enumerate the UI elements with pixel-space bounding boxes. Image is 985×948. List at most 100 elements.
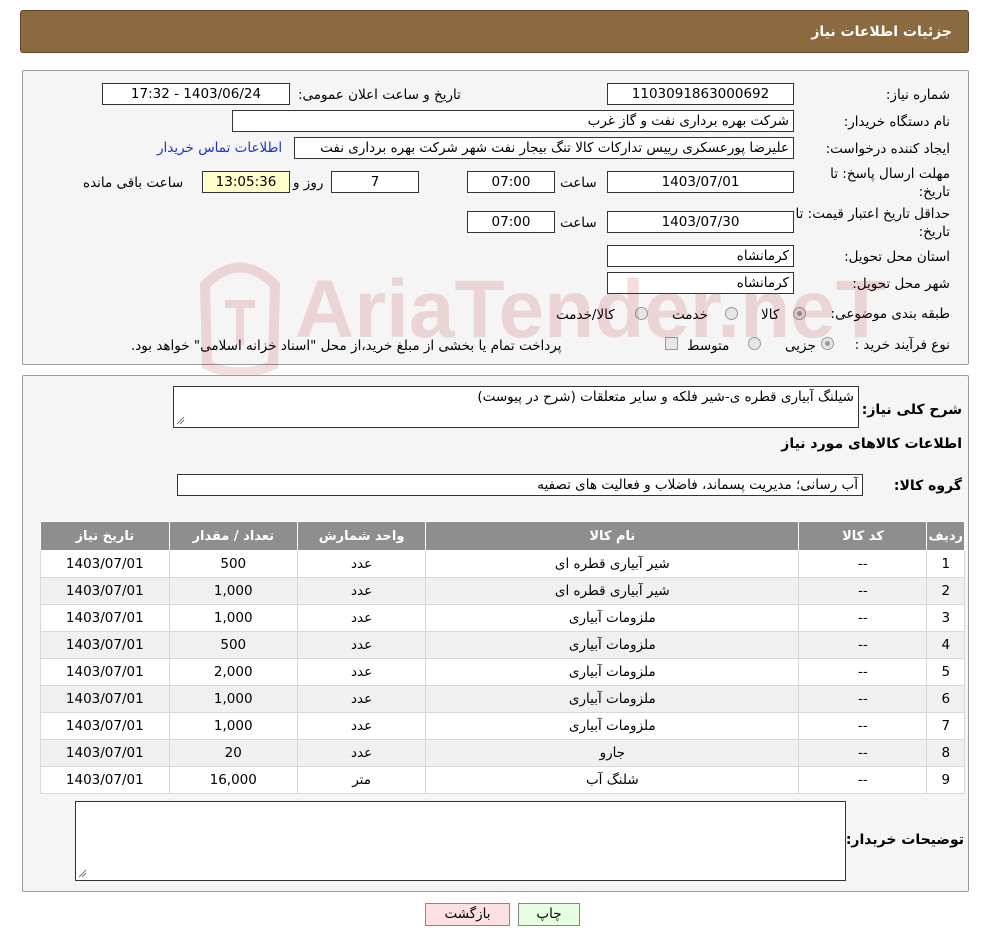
cell-row-number: 3 <box>926 604 965 632</box>
cell-item-code: -- <box>798 604 928 632</box>
cell-item-code: -- <box>798 577 928 605</box>
col-item-name: نام کالا <box>425 521 800 551</box>
cell-need-date: 1403/07/01 <box>40 766 170 794</box>
buyer-contact-link[interactable]: اطلاعات تماس خریدار <box>157 140 282 156</box>
province-field: کرمانشاه <box>607 245 794 267</box>
table-row: 7 -- ملزومات آبیاری عدد 1,000 1403/07/01 <box>40 712 965 740</box>
table-row: 8 -- جارو عدد 20 1403/07/01 <box>40 739 965 767</box>
process-option-medium: متوسط <box>687 338 730 354</box>
process-note-checkbox[interactable] <box>665 337 678 350</box>
items-table-body: 1 -- شیر آبیاری قطره ای عدد 500 1403/07/01 2 --… <box>40 550 965 794</box>
col-unit: واحد شمارش <box>296 521 427 551</box>
back-button[interactable]: بازگشت <box>425 903 510 926</box>
cell-item-name: ملزومات آبیاری <box>425 712 800 740</box>
cell-quantity: 1,000 <box>168 604 298 632</box>
cell-row-number: 8 <box>926 739 965 767</box>
buyer-notes-field[interactable] <box>75 801 846 881</box>
col-need-date: تاریخ نیاز <box>40 521 170 551</box>
price-validity-label-date: تاریخ: <box>918 224 950 240</box>
description-label: شرح کلی نیاز: <box>861 402 962 418</box>
cell-need-date: 1403/07/01 <box>40 685 170 713</box>
table-row: 9 -- شلنگ آب متر 16,000 1403/07/01 <box>40 766 965 794</box>
category-option-goods-service: کالا/خدمت <box>556 307 615 323</box>
table-row: 6 -- ملزومات آبیاری عدد 1,000 1403/07/01 <box>40 685 965 713</box>
city-field: کرمانشاه <box>607 272 794 294</box>
cell-item-name: شلنگ آب <box>425 766 800 794</box>
category-option-service: خدمت <box>672 307 708 323</box>
cell-unit: عدد <box>296 739 427 767</box>
cell-need-date: 1403/07/01 <box>40 658 170 686</box>
cell-item-name: شیر آبیاری قطره ای <box>425 577 800 605</box>
cell-quantity: 16,000 <box>168 766 298 794</box>
description-field[interactable]: شیلنگ آبیاری قطره ی-شیر فلکه و سایر متعل… <box>173 386 859 428</box>
items-table: ردیف کد کالا نام کالا واحد شمارش تعداد /… <box>40 521 965 794</box>
details-panel: شماره نیاز: 1103091863000692 تاریخ و ساع… <box>22 70 969 365</box>
category-radio-goods[interactable] <box>793 307 806 320</box>
items-section-title: اطلاعات کالاهای مورد نیاز <box>781 436 962 452</box>
price-validity-time-label: ساعت <box>560 215 597 231</box>
cell-item-code: -- <box>798 631 928 659</box>
price-validity-time-field: 07:00 <box>467 211 555 233</box>
col-item-code: کد کالا <box>798 521 928 551</box>
deadline-time-field: 07:00 <box>467 171 555 193</box>
cell-unit: عدد <box>296 685 427 713</box>
cell-item-code: -- <box>798 550 928 578</box>
cell-item-name: جارو <box>425 739 800 767</box>
process-radio-minor[interactable] <box>821 337 834 350</box>
need-number-label: شماره نیاز: <box>885 87 950 103</box>
category-radio-service[interactable] <box>725 307 738 320</box>
cell-item-name: ملزومات آبیاری <box>425 658 800 686</box>
category-label: طبقه بندی موضوعی: <box>830 306 950 322</box>
table-header-row: ردیف کد کالا نام کالا واحد شمارش تعداد /… <box>40 521 965 551</box>
cell-row-number: 7 <box>926 712 965 740</box>
cell-item-name: ملزومات آبیاری <box>425 631 800 659</box>
cell-item-code: -- <box>798 658 928 686</box>
requester-label: ایجاد کننده درخواست: <box>825 141 950 157</box>
deadline-date-field: 1403/07/01 <box>607 171 794 193</box>
remaining-days-field: 7 <box>331 171 419 193</box>
cell-item-name: ملزومات آبیاری <box>425 604 800 632</box>
process-type-label: نوع فرآیند خرید : <box>854 337 950 353</box>
table-row: 5 -- ملزومات آبیاری عدد 2,000 1403/07/01 <box>40 658 965 686</box>
city-label: شهر محل تحویل: <box>852 276 950 292</box>
table-row: 4 -- ملزومات آبیاری عدد 500 1403/07/01 <box>40 631 965 659</box>
cell-item-code: -- <box>798 712 928 740</box>
goods-group-label: گروه کالا: <box>893 478 962 494</box>
cell-unit: عدد <box>296 550 427 578</box>
table-row: 2 -- شیر آبیاری قطره ای عدد 1,000 1403/07/01 <box>40 577 965 605</box>
cell-item-name: شیر آبیاری قطره ای <box>425 550 800 578</box>
category-option-goods: کالا <box>761 307 780 323</box>
cell-item-name: ملزومات آبیاری <box>425 685 800 713</box>
cell-item-code: -- <box>798 766 928 794</box>
cell-unit: عدد <box>296 712 427 740</box>
goods-group-field: آب رسانی؛ مدیریت پسماند، فاضلاب و فعالیت… <box>177 474 863 496</box>
buyer-notes-label: توضیحات خریدار: <box>845 832 964 848</box>
cell-item-code: -- <box>798 739 928 767</box>
cell-quantity: 500 <box>168 631 298 659</box>
remaining-time-label: ساعت باقی مانده <box>83 175 184 191</box>
table-row: 3 -- ملزومات آبیاری عدد 1,000 1403/07/01 <box>40 604 965 632</box>
resize-handle-icon[interactable] <box>78 869 87 878</box>
cell-unit: عدد <box>296 577 427 605</box>
cell-unit: عدد <box>296 604 427 632</box>
cell-quantity: 1,000 <box>168 712 298 740</box>
page-header: جزئیات اطلاعات نیاز <box>20 10 969 53</box>
print-button[interactable]: چاپ <box>518 903 580 926</box>
cell-need-date: 1403/07/01 <box>40 577 170 605</box>
cell-row-number: 5 <box>926 658 965 686</box>
cell-unit: عدد <box>296 658 427 686</box>
process-option-minor: جزیی <box>785 338 816 354</box>
resize-handle-icon[interactable] <box>176 416 185 425</box>
cell-row-number: 1 <box>926 550 965 578</box>
items-panel: شرح کلی نیاز: شیلنگ آبیاری قطره ی-شیر فل… <box>22 375 969 892</box>
buyer-org-field: شرکت بهره برداری نفت و گاز غرب <box>232 110 794 132</box>
cell-need-date: 1403/07/01 <box>40 739 170 767</box>
province-label: استان محل تحویل: <box>844 249 950 265</box>
category-radio-goods-service[interactable] <box>635 307 648 320</box>
description-text: شیلنگ آبیاری قطره ی-شیر فلکه و سایر متعل… <box>477 389 854 405</box>
cell-unit: متر <box>296 766 427 794</box>
requester-field: علیرضا پورعسکری رییس تدارکات کالا تنگ بی… <box>294 137 794 159</box>
cell-row-number: 2 <box>926 577 965 605</box>
process-note: پرداخت تمام یا بخشی از مبلغ خرید،از محل … <box>131 338 562 354</box>
process-radio-medium[interactable] <box>748 337 761 350</box>
